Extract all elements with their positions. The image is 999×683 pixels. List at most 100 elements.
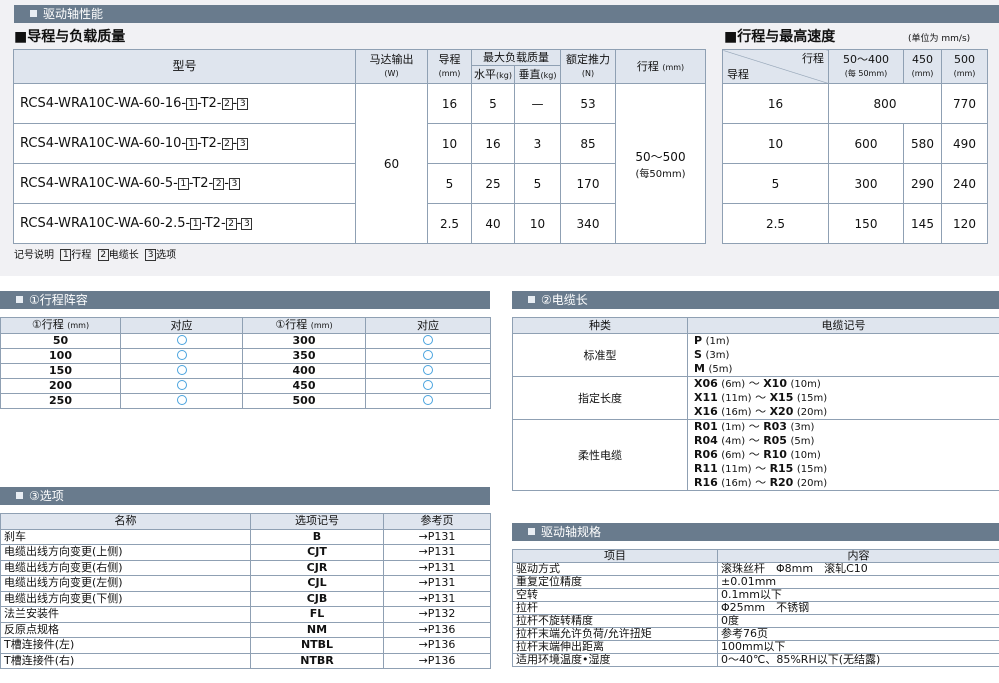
lead-value: 10 <box>427 123 472 164</box>
header-50-400: 50～400 (每 50mm) <box>828 49 904 84</box>
table-row: 刹车 B →P131 <box>0 528 491 545</box>
stroke-list-table: ①行程 (mm) 对应 ①行程 (mm) 对应 50 300 100 350 150… <box>0 317 491 409</box>
vertical-load: — <box>514 83 561 124</box>
stroke-value: 50 <box>0 333 121 349</box>
thrust-value: 170 <box>560 163 616 204</box>
speed-value: 600 <box>828 123 904 164</box>
model-code: RCS4-WRA10C-WA-60-5- 1 -T2- 2-3 <box>13 163 356 204</box>
header-type: 种类 <box>512 317 688 334</box>
header-500: 500 (mm) <box>941 49 988 84</box>
section-title: ③选项 <box>29 489 64 503</box>
table-row: 电缆出线方向变更(右侧) CJR →P131 <box>0 559 491 576</box>
table-row: 拉杆 Φ25mm 不锈钢 <box>512 601 999 615</box>
circle-icon <box>120 378 243 394</box>
table-row: T槽连接件(右) NTBR →P136 <box>0 652 491 669</box>
square-bullet-icon <box>528 528 535 535</box>
stroke-value: 100 <box>0 348 121 364</box>
speed-value: 800 <box>828 83 942 124</box>
speed-value: 145 <box>903 203 942 244</box>
square-bullet-icon <box>16 296 23 303</box>
header-support: 对应 <box>365 317 491 334</box>
motor-value: 60 <box>355 83 428 244</box>
table-row: 适用环境温度•湿度 0～40℃、85%RH以下(无结露) <box>512 653 999 667</box>
options-table: 名称 选项记号 参考页 刹车 B →P131 电缆出线方向变更(上侧) CJT →P13… <box>0 513 491 669</box>
lead-value: 2.5 <box>427 203 472 244</box>
table-row: 150 400 <box>0 363 491 379</box>
header-horizontal: 水平(kg) <box>471 65 515 84</box>
stroke-speed-table: 行程 导程 50～400 (每 50mm) 450 (mm) 500 (mm) 16 … <box>722 49 988 244</box>
table-row: 电缆出线方向变更(下侧) CJB →P131 <box>0 590 491 607</box>
lead-load-table: 型号 马达输出 (W) 导程 (mm) 最大负载质量 额定推力 (N) 行程 (mm)… <box>13 49 706 244</box>
table-row: RCS4-WRA10C-WA-60-16- 1 -T2- 2-3 60 16 5 — … <box>13 83 706 244</box>
table-row: 驱动方式 滚珠丝杆 Φ8mm 滚轧C10 <box>512 562 999 576</box>
header-name: 名称 <box>0 513 251 530</box>
section-bar-spec: 驱动轴规格 <box>512 523 999 541</box>
table-row: 250 500 <box>0 393 491 409</box>
circle-icon <box>365 378 491 394</box>
cable-codes: P (1m) S (3m) M (5m) <box>687 333 999 377</box>
lead-value: 5 <box>427 163 472 204</box>
table-row: 10 600 580 490 <box>722 123 988 164</box>
header-stroke: 行程 (mm) <box>615 49 706 84</box>
table-row: 电缆出线方向变更(上侧) CJT →P131 <box>0 544 491 561</box>
thrust-value: 53 <box>560 83 616 124</box>
horizontal-load: 25 <box>471 163 515 204</box>
section-title: ②电缆长 <box>541 293 588 307</box>
vertical-load: 5 <box>514 163 561 204</box>
cable-type: 指定长度 <box>512 376 688 420</box>
stroke-value: 400 <box>242 363 366 379</box>
speed-value: 240 <box>941 163 988 204</box>
lead-value: 5 <box>722 163 829 204</box>
thrust-value: 85 <box>560 123 616 164</box>
thrust-value: 340 <box>560 203 616 244</box>
table-row: 16 800 770 <box>722 83 988 124</box>
header-content: 内容 <box>717 549 999 563</box>
table-row: 指定长度 X06 (6m) ～ X10 (10m) X11 (11m) ～ X1… <box>512 376 999 420</box>
table-row: 5 300 290 240 <box>722 163 988 204</box>
section-bar-performance: 驱动轴性能 <box>14 5 999 23</box>
model-code: RCS4-WRA10C-WA-60-2.5- 1 -T2- 2-3 <box>13 203 356 244</box>
cable-table: 种类 电缆记号 标准型 P (1m) S (3m) M (5m) 指定长度 X0… <box>512 317 999 491</box>
circle-icon <box>120 333 243 349</box>
square-bullet-icon <box>16 492 23 499</box>
header-stroke: ①行程 (mm) <box>0 317 121 334</box>
section-bar-stroke-list: ①行程阵容 <box>0 291 490 309</box>
circle-icon <box>120 393 243 409</box>
table-row: 柔性电缆 R01 (1m) ～ R03 (3m) R04 (4m) ～ R05 … <box>512 419 999 491</box>
stroke-value: 350 <box>242 348 366 364</box>
cable-type: 柔性电缆 <box>512 419 688 491</box>
section-bar-options: ③选项 <box>0 487 490 505</box>
vertical-load: 3 <box>514 123 561 164</box>
header-support: 对应 <box>120 317 243 334</box>
header-thrust: 额定推力 (N) <box>560 49 616 84</box>
table-row: 200 450 <box>0 378 491 394</box>
table-row: 反原点规格 NM →P136 <box>0 621 491 638</box>
header-code: 选项记号 <box>250 513 384 530</box>
table-row: 拉杆末端允许负荷/允许扭矩 参考76页 <box>512 627 999 641</box>
speed-value: 770 <box>941 83 988 124</box>
header-vertical: 垂直(kg) <box>514 65 561 84</box>
table-row: 2.5 150 145 120 <box>722 203 988 244</box>
circle-icon <box>120 363 243 379</box>
header-code: 电缆记号 <box>687 317 999 334</box>
corner-header: 行程 导程 <box>722 49 829 84</box>
vertical-load: 10 <box>514 203 561 244</box>
table-row: 电缆出线方向变更(左侧) CJL →P131 <box>0 575 491 592</box>
circle-icon <box>365 348 491 364</box>
horizontal-load: 5 <box>471 83 515 124</box>
cable-type: 标准型 <box>512 333 688 377</box>
circle-icon <box>120 348 243 364</box>
section-title: ①行程阵容 <box>29 293 88 307</box>
header-max-load: 最大负载质量 <box>471 49 561 66</box>
speed-value: 490 <box>941 123 988 164</box>
horizontal-load: 40 <box>471 203 515 244</box>
circle-icon <box>365 393 491 409</box>
speed-value: 300 <box>828 163 904 204</box>
model-code: RCS4-WRA10C-WA-60-16- 1 -T2- 2-3 <box>13 83 356 124</box>
table-row: 法兰安装件 FL →P132 <box>0 606 491 623</box>
header-motor: 马达输出 (W) <box>355 49 428 84</box>
table-row: 拉杆末端伸出距离 100mm以下 <box>512 640 999 654</box>
stroke-value: 50～500 (每50mm) <box>615 83 706 244</box>
square-bullet-icon <box>528 296 535 303</box>
lead-value: 16 <box>722 83 829 124</box>
